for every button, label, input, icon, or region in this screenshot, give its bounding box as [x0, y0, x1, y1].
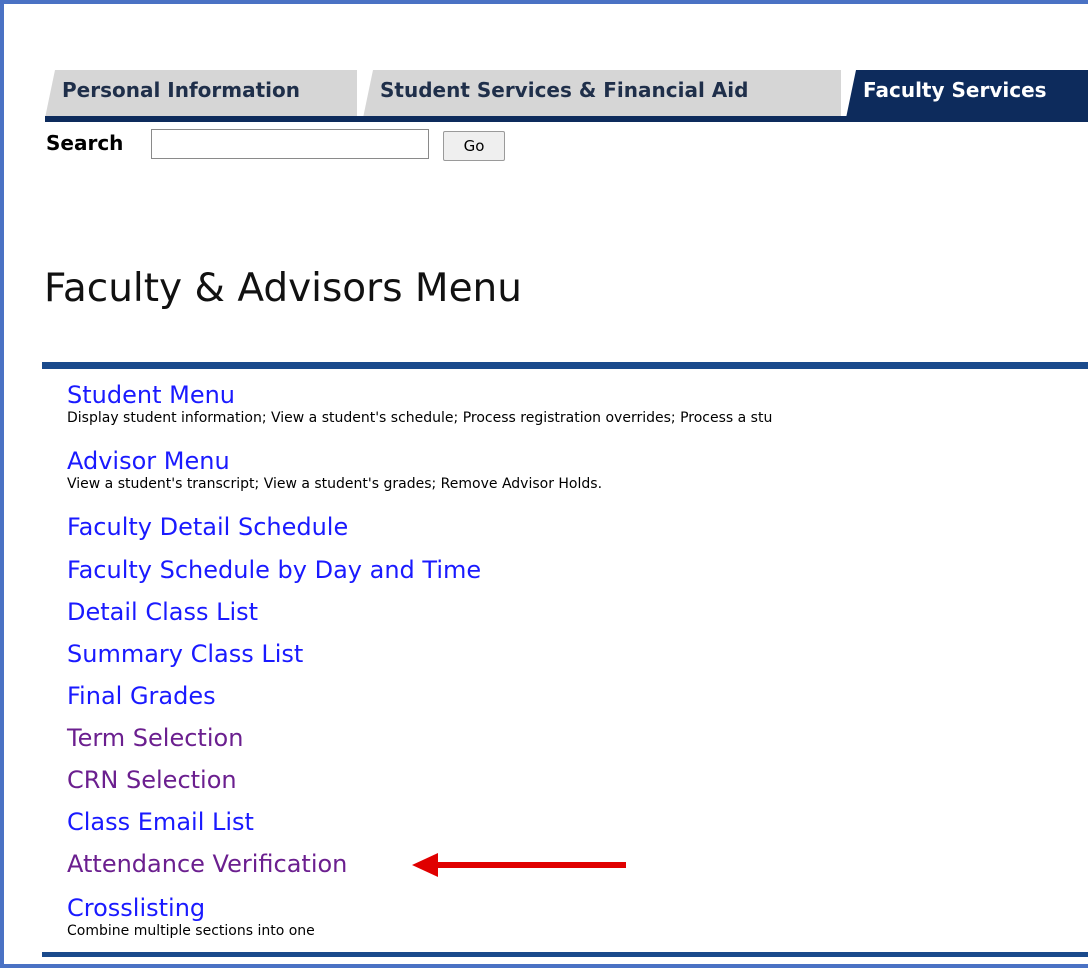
title-divider — [42, 362, 1088, 369]
bottom-divider — [42, 952, 1088, 957]
advisor-menu-description: View a student's transcript; View a stud… — [67, 476, 603, 492]
tab-bar: Personal Information Student Services & … — [45, 70, 1088, 118]
menu-item-crn-selection: CRN Selection — [67, 766, 237, 794]
red-arrow-icon — [412, 853, 626, 877]
faculty-schedule-day-time-link[interactable]: Faculty Schedule by Day and Time — [67, 556, 481, 584]
menu-item-detail-class-list: Detail Class List — [67, 598, 258, 626]
menu-item-crosslisting: Crosslisting Combine multiple sections i… — [67, 894, 315, 939]
summary-class-list-link[interactable]: Summary Class List — [67, 640, 303, 668]
tab-label: Faculty Services — [863, 78, 1047, 102]
menu-item-attendance-verification: Attendance Verification — [67, 850, 347, 878]
menu-item-faculty-detail-schedule: Faculty Detail Schedule — [67, 513, 348, 541]
crosslisting-link[interactable]: Crosslisting — [67, 894, 315, 922]
tab-personal-information[interactable]: Personal Information — [45, 70, 357, 118]
term-selection-link[interactable]: Term Selection — [67, 724, 243, 752]
page-title: Faculty & Advisors Menu — [44, 266, 522, 311]
tab-student-services[interactable]: Student Services & Financial Aid — [363, 70, 841, 118]
crn-selection-link[interactable]: CRN Selection — [67, 766, 237, 794]
attendance-verification-link[interactable]: Attendance Verification — [67, 850, 347, 878]
tab-underline — [45, 116, 1088, 122]
menu-item-advisor-menu: Advisor Menu View a student's transcript… — [67, 447, 602, 492]
menu-item-summary-class-list: Summary Class List — [67, 640, 303, 668]
advisor-menu-link[interactable]: Advisor Menu — [67, 447, 602, 475]
detail-class-list-link[interactable]: Detail Class List — [67, 598, 258, 626]
student-menu-description: Display student information; View a stud… — [67, 410, 773, 426]
tab-label: Student Services & Financial Aid — [380, 78, 749, 102]
search-label: Search — [46, 131, 124, 155]
crosslisting-description: Combine multiple sections into one — [67, 923, 315, 939]
menu-item-final-grades: Final Grades — [67, 682, 216, 710]
tab-label: Personal Information — [62, 78, 300, 102]
menu-item-term-selection: Term Selection — [67, 724, 243, 752]
faculty-detail-schedule-link[interactable]: Faculty Detail Schedule — [67, 513, 348, 541]
go-button[interactable]: Go — [443, 131, 505, 161]
menu-item-class-email-list: Class Email List — [67, 808, 254, 836]
search-input[interactable] — [151, 129, 429, 159]
final-grades-link[interactable]: Final Grades — [67, 682, 216, 710]
student-menu-link[interactable]: Student Menu — [67, 381, 772, 409]
menu-item-student-menu: Student Menu Display student information… — [67, 381, 772, 426]
tab-faculty-services[interactable]: Faculty Services — [846, 70, 1088, 118]
class-email-list-link[interactable]: Class Email List — [67, 808, 254, 836]
menu-item-faculty-schedule-day-time: Faculty Schedule by Day and Time — [67, 556, 481, 584]
